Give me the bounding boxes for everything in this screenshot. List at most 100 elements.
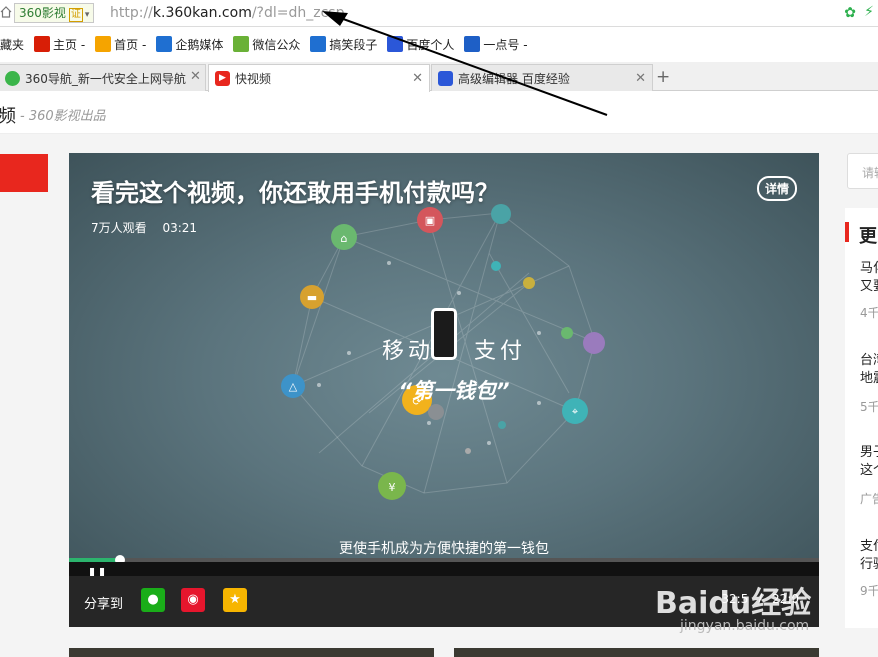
bookmark-label: 藏夹 [0, 37, 25, 52]
cart-icon: ▣ [425, 214, 435, 227]
search-input[interactable]: 请输 [847, 153, 878, 189]
video-duration: 03:21 [162, 221, 198, 235]
nav360-icon [5, 70, 20, 86]
close-icon[interactable]: ✕ [190, 69, 201, 84]
item-title: 支付 [860, 539, 878, 554]
item-title: 行骗 [860, 557, 878, 572]
video-meta: 7万人观看 03:21 [91, 219, 209, 236]
tab-360-nav[interactable]: 360导航_新一代安全上网导航 [0, 64, 206, 91]
bookmark-item[interactable]: 搞笑段子 [310, 36, 377, 53]
bookmark-item[interactable]: 藏夹 [0, 36, 24, 53]
video-thumbnail[interactable] [454, 648, 819, 657]
detail-button[interactable]: 详情 [756, 176, 797, 201]
item-meta: 5千 [860, 400, 878, 414]
bookmark-item[interactable]: 首页 - [95, 36, 146, 53]
url-host: k.360kan.com [152, 5, 252, 21]
close-icon[interactable]: ✕ [635, 71, 646, 86]
item-title: 又要 [860, 279, 878, 294]
refresh-icon[interactable]: ✿ [844, 5, 856, 21]
item-title: 马化 [860, 261, 878, 276]
location-pin-icon: ⌖ [572, 405, 578, 418]
item-title: 台湾 [860, 353, 878, 368]
site-identity-badge[interactable]: 360影视证 ▾ [14, 3, 95, 23]
item-meta: 广告 [860, 492, 878, 506]
bookmark-label: 主页 - [53, 37, 86, 52]
center-line1: 移动 [381, 339, 434, 364]
car-icon: ▬ [307, 291, 317, 304]
list-item[interactable]: 男子这个 [860, 444, 878, 480]
bookmark-label: 搞笑段子 [329, 37, 378, 52]
video-player[interactable]: ⌂ ▣ ▬ △ ⟳ ⌖ ¥ 看完这个视频，你还敢用手机付款吗？ 7万人观看 03… [69, 153, 819, 627]
joke-icon [310, 36, 327, 52]
related-heading: 更多 [845, 222, 878, 247]
bookmark-item[interactable]: 企鹅媒体 [156, 36, 223, 53]
address-bar: 360影视证 ▾ http://k.360kan.com/?dl=dh_zcsp … [0, 0, 878, 27]
triangle-icon: △ [289, 380, 298, 393]
view-count: 7万人观看 [91, 221, 147, 235]
site-label: 360影视 [19, 6, 66, 20]
video-subtitle: 更使手机成为方便快捷的第一钱包 [339, 541, 549, 557]
url-input[interactable]: http://k.360kan.com/?dl=dh_zcsp [110, 3, 344, 23]
close-icon[interactable]: ✕ [412, 71, 423, 86]
video-play-icon: ▶ [215, 71, 230, 86]
tab-label: 360导航_新一代安全上网导航 [25, 71, 186, 86]
home-icon: ⌂ [341, 232, 348, 245]
item-title: 这个 [860, 463, 878, 478]
page-title: 频 [0, 106, 16, 127]
center-caption: 移动 支付 “第一钱包” [369, 333, 539, 405]
bookmark-item[interactable]: 微信公众 [233, 36, 300, 53]
list-item[interactable]: 支付行骗 [860, 538, 878, 574]
bookmarks-bar: 藏夹 主页 - 首页 - 企鹅媒体 微信公众 搞笑段子 百度个人 一点号 - [0, 28, 878, 60]
wechat-share-icon[interactable]: ● [141, 588, 165, 612]
page-subtitle: - 360影视出品 [20, 109, 106, 124]
video-frame[interactable]: ⌂ ▣ ▬ △ ⟳ ⌖ ¥ 看完这个视频，你还敢用手机付款吗？ 7万人观看 03… [69, 153, 819, 558]
tab-label: 快视频 [235, 72, 272, 86]
item-meta: 4千 [860, 306, 878, 320]
bookmark-label: 百度个人 [406, 37, 455, 52]
bookmark-item[interactable]: 百度个人 [387, 36, 454, 53]
wechat-icon [233, 36, 250, 52]
video-title: 看完这个视频，你还敢用手机付款吗？ [91, 179, 499, 207]
watermark-logo: Baidu经验 [655, 586, 812, 621]
center-line2: “第一钱包” [398, 379, 510, 403]
baidu-icon [387, 36, 404, 52]
bookmark-label: 首页 - [114, 37, 147, 52]
bookmark-item[interactable]: 一点号 - [464, 36, 528, 53]
list-item[interactable]: 马化又要 [860, 260, 878, 296]
tab-label: 高级编辑器 百度经验 [458, 71, 570, 86]
tab-bar: 360导航_新一代安全上网导航 ▶ 快视频 ✕ 高级编辑器 百度经验 ✕ ✕ + [0, 62, 878, 92]
item-title: 男子 [860, 445, 878, 460]
watermark-url: jingyan.baidu.com [680, 618, 810, 634]
item-title: 地震 [860, 371, 878, 386]
toutiao-icon [34, 36, 51, 52]
related-videos-panel: 更多 马化又要 4千 台湾地震 5千 男子这个 广告 支付行骗 9千 [845, 208, 878, 628]
nav-red-button[interactable] [0, 154, 48, 192]
sohu-icon [95, 36, 112, 52]
bookmark-label: 一点号 - [483, 37, 528, 52]
url-path: /?dl=dh_zcsp [251, 5, 345, 21]
player-controls: ❚❚ [69, 562, 819, 580]
home-icon[interactable] [0, 6, 12, 18]
bookmark-label: 企鹅媒体 [175, 37, 224, 52]
chevron-down-icon: ▾ [84, 10, 90, 20]
item-meta: 9千 [860, 584, 878, 598]
yidian-icon [464, 36, 481, 52]
url-prefix: http:// [110, 5, 153, 21]
qzone-share-icon[interactable]: ★ [223, 588, 247, 612]
weibo-share-icon[interactable]: ◉ [181, 588, 205, 612]
penguin-media-icon [156, 36, 173, 52]
list-item[interactable]: 台湾地震 [860, 352, 878, 388]
tab-baidu-editor[interactable]: 高级编辑器 百度经验 ✕ [431, 64, 653, 91]
baidu-jingyan-watermark: Baidu经验 jingyan.baidu.com [655, 578, 812, 634]
new-tab-button[interactable]: + [656, 67, 670, 87]
cert-icon: 证 [68, 8, 83, 22]
tab-kuaishipin[interactable]: ▶ 快视频 ✕ [208, 64, 430, 92]
lightning-icon[interactable]: ⚡ [864, 4, 874, 20]
yen-icon: ¥ [389, 481, 396, 494]
video-thumbnail[interactable] [69, 648, 434, 657]
share-label: 分享到 [84, 597, 124, 612]
bookmark-item[interactable]: 主页 - [34, 36, 85, 53]
page-header: 频 - 360影视出品 [0, 92, 878, 134]
baidu-paw-icon [438, 70, 453, 86]
bookmark-label: 微信公众 [252, 37, 301, 52]
